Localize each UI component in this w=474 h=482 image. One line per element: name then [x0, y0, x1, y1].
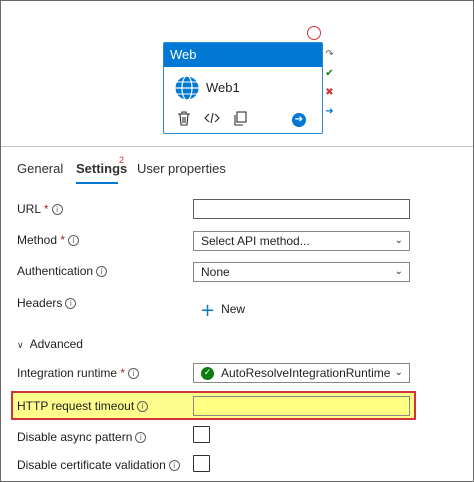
active-tab-indicator [76, 182, 118, 184]
info-icon[interactable]: i [168, 460, 180, 471]
url-input[interactable] [193, 199, 410, 219]
url-label: URL * i [17, 202, 63, 216]
info-icon[interactable]: i [65, 298, 77, 309]
info-icon[interactable]: i [51, 204, 63, 215]
disable-async-checkbox[interactable] [193, 426, 210, 443]
add-header-button[interactable]: + New [200, 300, 245, 321]
http-timeout-input[interactable] [193, 396, 410, 416]
divider [1, 146, 473, 147]
advanced-section-toggle[interactable]: ∨ Advanced [17, 337, 83, 351]
method-select-value: Select API method... [201, 234, 310, 248]
tab-settings-badge: 2 [119, 155, 125, 165]
authentication-label: Authentication i [17, 264, 108, 278]
authentication-select-value: None [201, 265, 230, 279]
tab-general[interactable]: General [17, 161, 63, 176]
activity-name: Web1 [206, 80, 240, 95]
info-icon[interactable]: i [135, 432, 147, 443]
integration-runtime-select[interactable]: ✓ AutoResolveIntegrationRuntime ⌄ [193, 363, 410, 383]
required-marker: * [60, 233, 66, 247]
chevron-down-icon: ⌄ [394, 235, 403, 246]
success-check-icon[interactable]: ✔ [324, 68, 335, 79]
error-indicator-icon [307, 26, 321, 40]
headers-label: Headers i [17, 296, 77, 310]
check-circle-icon: ✓ [201, 367, 214, 380]
info-icon[interactable]: i [137, 401, 149, 412]
method-select[interactable]: Select API method... ⌄ [193, 231, 410, 251]
required-marker: * [120, 366, 126, 380]
skip-icon[interactable]: ↷ [324, 49, 335, 60]
integration-runtime-label: Integration runtime * i [17, 366, 140, 380]
web-activity-node[interactable]: Web Web1 ➔ [163, 42, 323, 134]
code-icon[interactable] [204, 111, 220, 127]
integration-runtime-value: AutoResolveIntegrationRuntime [221, 366, 391, 380]
chevron-down-icon: ⌄ [394, 367, 403, 378]
globe-icon [174, 75, 200, 101]
activity-type-label: Web [164, 43, 322, 67]
completion-arrow-icon[interactable]: ➜ [324, 106, 335, 117]
delete-icon[interactable] [177, 111, 193, 127]
chevron-down-icon: ∨ [17, 341, 24, 351]
disable-cert-label: Disable certificate validation i [17, 458, 180, 472]
plus-icon: + [200, 300, 216, 321]
method-label: Method * i [17, 233, 80, 247]
chevron-down-icon: ⌄ [394, 266, 403, 277]
info-icon[interactable]: i [68, 235, 80, 246]
http-timeout-label: HTTP request timeout i [17, 399, 149, 413]
disable-async-label: Disable async pattern i [17, 430, 147, 444]
arrow-right-icon[interactable]: ➔ [292, 113, 306, 127]
authentication-select[interactable]: None ⌄ [193, 262, 410, 282]
tab-user-properties[interactable]: User properties [137, 161, 226, 176]
info-icon[interactable]: i [128, 368, 140, 379]
activity-connectors: ↷ ✔ ✖ ➜ [324, 49, 336, 125]
required-marker: * [43, 202, 49, 216]
copy-icon[interactable] [233, 111, 249, 127]
failure-x-icon[interactable]: ✖ [324, 87, 335, 98]
info-icon[interactable]: i [96, 266, 108, 277]
disable-cert-checkbox[interactable] [193, 455, 210, 472]
